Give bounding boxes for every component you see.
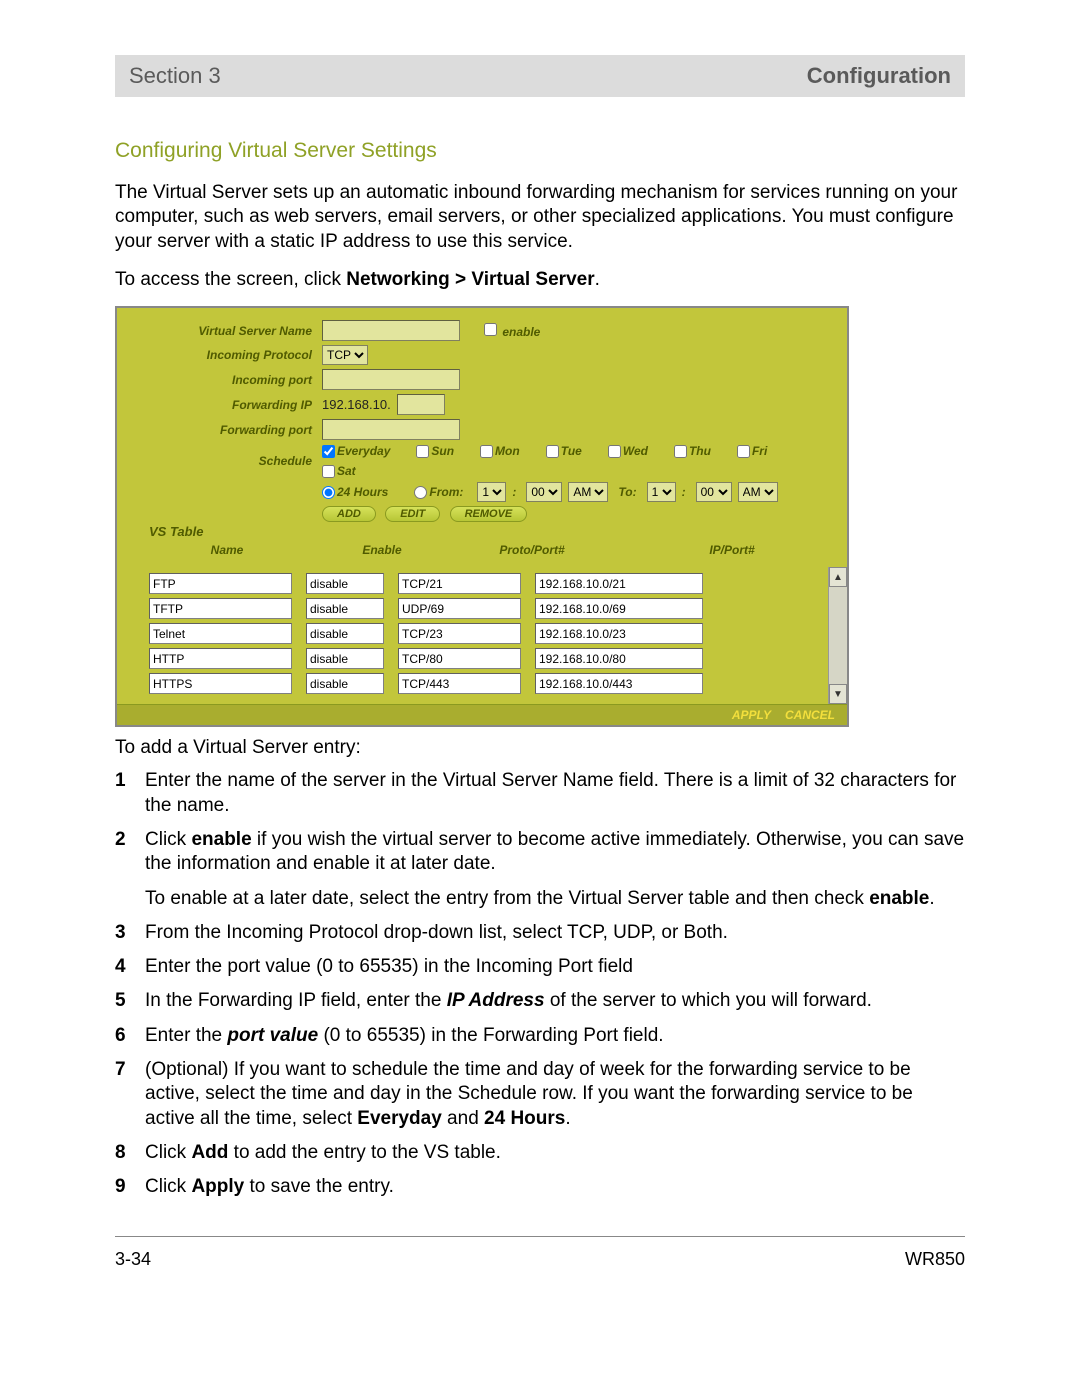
row-proto[interactable] [398,648,521,669]
enable-checkbox[interactable] [484,323,497,336]
sun-checkbox[interactable] [416,445,429,458]
cancel-button[interactable]: CANCEL [785,708,835,722]
virtual-server-panel: Virtual Server Name enable Incoming Prot… [115,306,849,727]
vstable-label: VS Table [127,522,837,541]
page-title: Configuration [807,63,951,89]
fri-checkbox[interactable] [737,445,750,458]
row-ipport[interactable] [535,623,703,644]
footer-rule [115,1236,965,1237]
table-row[interactable] [149,623,820,644]
label-inport: Incoming port [127,373,322,387]
table-row[interactable] [149,673,820,694]
thu-checkbox[interactable] [674,445,687,458]
row-enable[interactable] [306,648,384,669]
row-proto[interactable] [398,598,521,619]
enable-label: enable [502,325,540,339]
everyday-checkbox[interactable] [322,445,335,458]
row-proto[interactable] [398,623,521,644]
page-header: Section 3 Configuration [115,55,965,97]
add-entry-caption: To add a Virtual Server entry: [115,737,965,759]
vsname-input[interactable] [322,320,460,341]
incoming-port-input[interactable] [322,369,460,390]
table-row[interactable] [149,648,820,669]
intro-text: The Virtual Server sets up an automatic … [115,181,965,254]
apply-button[interactable]: APPLY [732,708,771,722]
from-min-select[interactable]: 00 [526,482,562,502]
label-fwdip: Forwarding IP [127,398,322,412]
row-ipport[interactable] [535,573,703,594]
access-line: To access the screen, click Networking >… [115,268,965,292]
scroll-up-icon[interactable]: ▲ [829,567,847,587]
row-name[interactable] [149,598,292,619]
vstable-headers: Name Enable Proto/Port# IP/Port# [127,541,837,561]
24hours-radio[interactable] [322,486,335,499]
label-vsname: Virtual Server Name [127,324,322,338]
remove-button[interactable]: REMOVE [450,506,528,522]
ip-prefix: 192.168.10. [322,397,391,412]
page-number: 3-34 [115,1249,151,1270]
row-enable[interactable] [306,573,384,594]
from-ampm-select[interactable]: AM [568,482,608,502]
subheading: Configuring Virtual Server Settings [115,139,965,163]
to-ampm-select[interactable]: AM [738,482,778,502]
row-proto[interactable] [398,573,521,594]
add-button[interactable]: ADD [322,506,376,522]
table-row[interactable] [149,573,820,594]
forwarding-port-input[interactable] [322,419,460,440]
from-hour-select[interactable]: 1 [477,482,506,502]
label-protocol: Incoming Protocol [127,348,322,362]
table-row[interactable] [149,598,820,619]
steps-list: 1Enter the name of the server in the Vir… [115,769,965,1199]
row-ipport[interactable] [535,673,703,694]
label-fwdport: Forwarding port [127,423,322,437]
row-name[interactable] [149,623,292,644]
row-enable[interactable] [306,623,384,644]
sat-checkbox[interactable] [322,465,335,478]
row-ipport[interactable] [535,648,703,669]
row-ipport[interactable] [535,598,703,619]
row-enable[interactable] [306,598,384,619]
to-min-select[interactable]: 00 [696,482,732,502]
mon-checkbox[interactable] [480,445,493,458]
from-radio[interactable] [414,486,427,499]
label-schedule: Schedule [127,454,322,468]
row-enable[interactable] [306,673,384,694]
edit-button[interactable]: EDIT [385,506,440,522]
model-name: WR850 [905,1249,965,1270]
row-name[interactable] [149,673,292,694]
wed-checkbox[interactable] [608,445,621,458]
row-proto[interactable] [398,673,521,694]
page-footer: 3-34 WR850 [115,1249,965,1270]
scroll-down-icon[interactable]: ▼ [829,684,847,704]
section-label: Section 3 [129,63,221,89]
scrollbar[interactable]: ▲ ▼ [828,567,847,704]
protocol-select[interactable]: TCP [322,345,368,365]
tue-checkbox[interactable] [546,445,559,458]
row-name[interactable] [149,573,292,594]
to-hour-select[interactable]: 1 [647,482,676,502]
forwarding-ip-input[interactable] [397,394,445,415]
row-name[interactable] [149,648,292,669]
